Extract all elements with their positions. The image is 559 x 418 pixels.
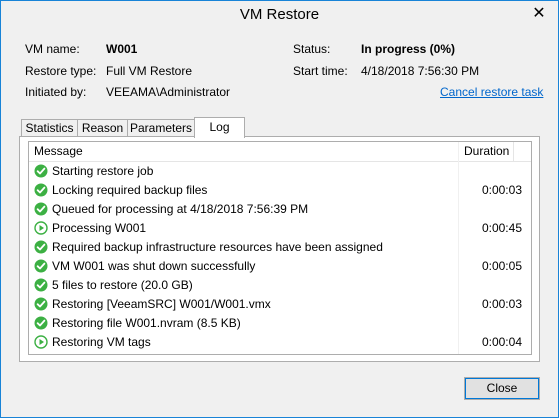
- log-row[interactable]: Queued for processing at 4/18/2018 7:56:…: [29, 200, 531, 219]
- success-check-icon: [34, 202, 48, 216]
- log-message: Restoring [VeeamSRC] W001/W001.vmx: [52, 297, 271, 311]
- tab-statistics[interactable]: Statistics: [21, 119, 78, 136]
- restore-type-label: Restore type:: [25, 64, 97, 78]
- log-row[interactable]: Processing W001 0:00:45: [29, 219, 531, 238]
- column-separator: [513, 142, 514, 161]
- log-row[interactable]: Restoring VM tags 0:00:04: [29, 333, 531, 352]
- log-row[interactable]: Locking required backup files 0:00:03: [29, 181, 531, 200]
- log-message: Locking required backup files: [52, 183, 208, 197]
- log-duration: 0:00:03: [481, 297, 522, 311]
- log-duration: 0:00:05: [481, 259, 522, 273]
- close-button[interactable]: Close: [464, 377, 540, 400]
- log-message: Required backup infrastructure resources…: [52, 240, 383, 254]
- start-time-label: Start time:: [293, 64, 348, 78]
- success-check-icon: [34, 164, 48, 178]
- status-label: Status:: [293, 42, 331, 56]
- log-message: Starting restore job: [52, 164, 154, 178]
- vm-restore-window: VM Restore ✕ VM name: W001 Restore type:…: [0, 0, 559, 418]
- tab-log[interactable]: Log: [194, 117, 245, 138]
- log-duration: 0:00:03: [481, 183, 522, 197]
- in-progress-play-icon: [34, 221, 48, 235]
- success-check-icon: [34, 297, 48, 311]
- initiated-by-value: VEEAMA\Administrator: [106, 85, 231, 99]
- log-message: Queued for processing at 4/18/2018 7:56:…: [52, 202, 309, 216]
- log-duration: 0:00:04: [481, 335, 522, 349]
- column-header-message[interactable]: Message: [34, 144, 83, 158]
- window-close-button[interactable]: ✕: [524, 1, 554, 27]
- log-message: Restoring file W001.nvram (8.5 KB): [52, 316, 241, 330]
- column-header-duration[interactable]: Duration: [464, 144, 509, 158]
- log-row[interactable]: Restoring [VeeamSRC] W001/W001.vmx 0:00:0…: [29, 295, 531, 314]
- start-time-value: 4/18/2018 7:56:30 PM: [361, 64, 480, 78]
- log-row[interactable]: VM W001 was shut down successfully 0:00:0…: [29, 257, 531, 276]
- initiated-by-label: Initiated by:: [25, 85, 87, 99]
- success-check-icon: [34, 259, 48, 273]
- log-row[interactable]: 5 files to restore (20.0 GB): [29, 276, 531, 295]
- tab-parameters[interactable]: Parameters: [127, 119, 195, 136]
- tab-reason[interactable]: Reason: [77, 119, 128, 136]
- log-message: Processing W001: [52, 221, 147, 235]
- log-duration: 0:00:45: [481, 221, 522, 235]
- vm-name-label: VM name:: [25, 42, 80, 56]
- log-row[interactable]: Restoring file W001.nvram (8.5 KB): [29, 314, 531, 333]
- log-row[interactable]: Starting restore job: [29, 162, 531, 181]
- success-check-icon: [34, 240, 48, 254]
- log-message: VM W001 was shut down successfully: [52, 259, 256, 273]
- log-grid-header: Message Duration: [29, 142, 531, 162]
- status-value: In progress (0%): [361, 42, 456, 56]
- in-progress-play-icon: [34, 335, 48, 349]
- restore-type-value: Full VM Restore: [106, 64, 193, 78]
- log-message: 5 files to restore (20.0 GB): [52, 278, 193, 292]
- window-title: VM Restore: [239, 6, 320, 23]
- success-check-icon: [34, 278, 48, 292]
- log-grid[interactable]: Message Duration Starting restore job Loc…: [28, 141, 532, 355]
- log-message: Restoring VM tags: [52, 335, 151, 349]
- vm-name-value: W001: [106, 42, 138, 56]
- cancel-restore-task-link[interactable]: Cancel restore task: [440, 85, 543, 99]
- log-row[interactable]: Required backup infrastructure resources…: [29, 238, 531, 257]
- success-check-icon: [34, 316, 48, 330]
- title-bar: VM Restore ✕: [1, 1, 558, 31]
- log-panel: Message Duration Starting restore job Loc…: [19, 136, 540, 362]
- success-check-icon: [34, 183, 48, 197]
